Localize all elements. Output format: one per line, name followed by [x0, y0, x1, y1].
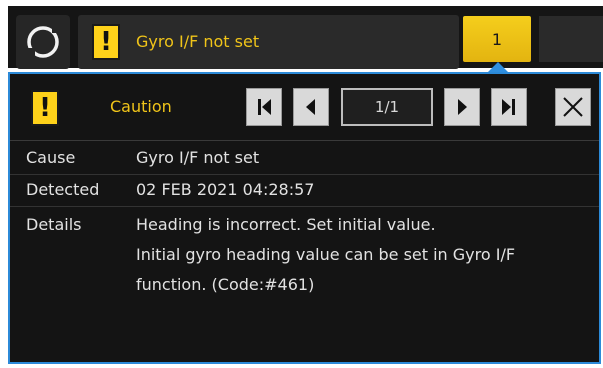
first-page-button[interactable] [246, 88, 282, 126]
detected-label: Detected [26, 180, 100, 199]
severity-label: Caution [110, 97, 172, 116]
details-row: Details Heading is incorrect. Set initia… [10, 207, 599, 294]
details-line: Heading is incorrect. Set initial value. [136, 215, 436, 234]
detected-row: Detected 02 FEB 2021 04:28:57 [10, 174, 599, 207]
next-page-button[interactable] [444, 88, 480, 126]
alert-count-tab[interactable]: 1 [463, 16, 531, 62]
status-ring-button[interactable] [16, 15, 70, 69]
details-text: Heading is incorrect. Set initial value.… [136, 210, 515, 300]
prev-page-button[interactable] [293, 88, 329, 126]
panel-header: ! Caution 1/1 [10, 74, 599, 141]
prev-icon [306, 99, 315, 115]
active-alert-text: Gyro I/F not set [136, 32, 260, 51]
details-line: Initial gyro heading value can be set in… [136, 245, 516, 264]
detected-value: 02 FEB 2021 04:28:57 [136, 180, 315, 199]
details-line: function. (Code:#461) [136, 275, 315, 294]
empty-tab-slot [539, 16, 603, 62]
next-icon [458, 99, 467, 115]
details-label: Details [26, 215, 82, 234]
cause-row: Cause Gyro I/F not set [10, 142, 599, 175]
first-page-icon [258, 99, 271, 115]
exclamation-icon: ! [31, 90, 59, 126]
cause-label: Cause [26, 148, 76, 167]
last-page-icon [502, 99, 515, 115]
exclamation-icon: ! [92, 24, 120, 60]
alert-detail-panel: ! Caution 1/1 Cause Gyro I/F not set Det… [8, 72, 601, 364]
active-alert-item[interactable]: ! Gyro I/F not set [78, 15, 459, 69]
cause-value: Gyro I/F not set [136, 148, 260, 167]
close-icon [563, 97, 583, 117]
close-button[interactable] [555, 88, 591, 126]
page-indicator: 1/1 [341, 88, 433, 126]
last-page-button[interactable] [491, 88, 527, 126]
ring-icon [27, 26, 59, 58]
